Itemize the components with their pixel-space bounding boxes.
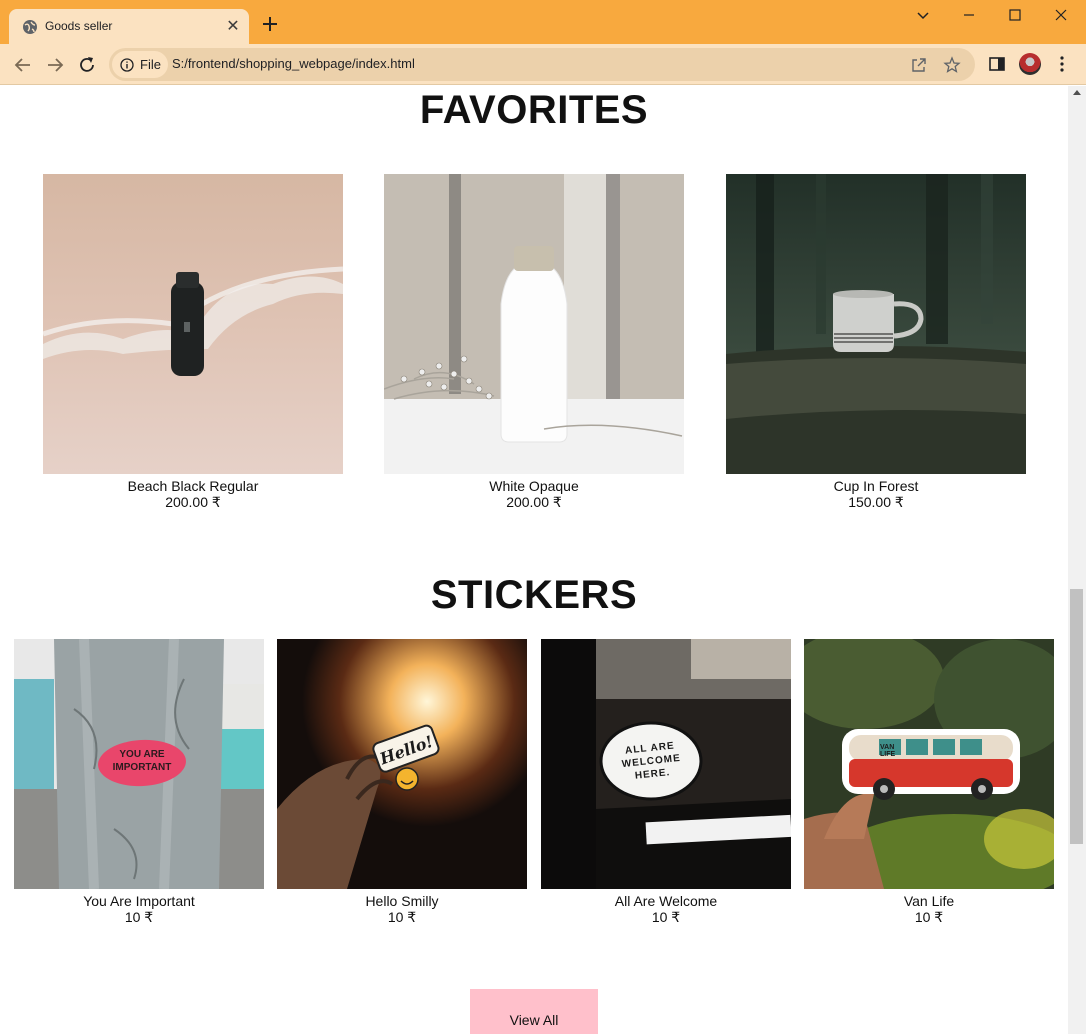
close-tab-icon[interactable]: ✕ [223,17,243,37]
tab-title: Goods seller [45,19,113,33]
forward-arrow-icon[interactable] [44,54,66,76]
sticker-text-1: VAN [880,744,894,751]
product-price: 10 ₹ [914,909,944,925]
sticker-item[interactable]: Hello! Hello Smilly 10 ₹ [277,639,527,925]
product-price: 150.00 ₹ [848,494,904,510]
product-price: 10 ₹ [387,909,417,925]
van-life-sticker-image[interactable]: VAN LIFE [804,639,1054,889]
new-tab-icon[interactable] [258,12,282,36]
sticker-item[interactable]: VAN LIFE Van Life 10 ₹ [804,639,1054,925]
stickers-title: STICKERS [430,573,638,617]
beach-black-bottle-image[interactable] [43,174,343,474]
sticker-item[interactable]: YOU ARE IMPORTANT You Are Important 10 ₹ [14,639,264,925]
browser-toolbar: File S:/frontend/shopping_webpage/index.… [0,44,1086,85]
sticker-text-2: IMPORTANT [113,762,172,773]
page-viewport: FAVORITES Beach Black Regular 200.00 ₹ W… [0,86,1068,1034]
info-icon [120,58,134,72]
maximize-icon[interactable] [1003,5,1027,25]
minimize-icon[interactable] [957,5,981,25]
you-are-important-sticker-image[interactable]: YOU ARE IMPORTANT [14,639,264,889]
product-name: Beach Black Regular [127,478,259,494]
tab-search-chevron-icon[interactable] [911,5,935,25]
favorite-item[interactable]: Cup In Forest 150.00 ₹ [726,174,1026,510]
product-price: 10 ₹ [651,909,681,925]
all-are-welcome-sticker-image[interactable]: ALL ARE WELCOME HERE. [541,639,791,889]
sticker-text-2: LIFE [880,751,895,758]
cup-in-forest-image[interactable] [726,174,1026,474]
back-arrow-icon[interactable] [12,54,34,76]
address-bar[interactable]: File S:/frontend/shopping_webpage/index.… [109,48,975,81]
browser-tab[interactable]: Goods seller ✕ [9,9,249,44]
globe-icon [23,20,37,34]
favorite-item[interactable]: Beach Black Regular 200.00 ₹ [43,174,343,510]
site-info-label: File [140,57,161,72]
share-icon[interactable] [910,56,928,74]
sticker-item[interactable]: ALL ARE WELCOME HERE. All Are Welcome 10… [541,639,791,925]
url-text[interactable]: S:/frontend/shopping_webpage/index.html [172,56,415,71]
product-name: You Are Important [83,893,195,909]
scrollbar-thumb[interactable] [1070,589,1083,844]
product-name: White Opaque [489,478,579,494]
scroll-up-arrow-icon[interactable] [1073,90,1081,95]
sticker-text-1: YOU ARE [119,749,165,760]
favorites-title: FAVORITES [419,88,649,132]
site-info-chip[interactable]: File [112,51,168,78]
browser-titlebar: Goods seller ✕ [0,0,1086,44]
bookmark-star-icon[interactable] [943,56,961,74]
page-scrollbar[interactable] [1068,86,1086,1034]
product-name: Hello Smilly [365,893,439,909]
product-price: 10 ₹ [124,909,154,925]
product-price: 200.00 ₹ [506,494,562,510]
menu-kebab-icon[interactable] [1052,54,1072,74]
side-panel-icon[interactable] [987,54,1007,74]
reload-icon[interactable] [76,54,98,76]
product-price: 200.00 ₹ [165,494,221,510]
favorite-item[interactable]: White Opaque 200.00 ₹ [384,174,684,510]
white-opaque-bottle-image[interactable] [384,174,684,474]
hello-smilly-sticker-image[interactable]: Hello! [277,639,527,889]
product-name: All Are Welcome [614,893,718,909]
product-name: Cup In Forest [833,478,919,494]
window-close-icon[interactable] [1049,5,1073,25]
product-name: Van Life [903,893,955,909]
view-all-button[interactable]: View All [470,989,598,1034]
profile-avatar[interactable] [1019,53,1041,75]
